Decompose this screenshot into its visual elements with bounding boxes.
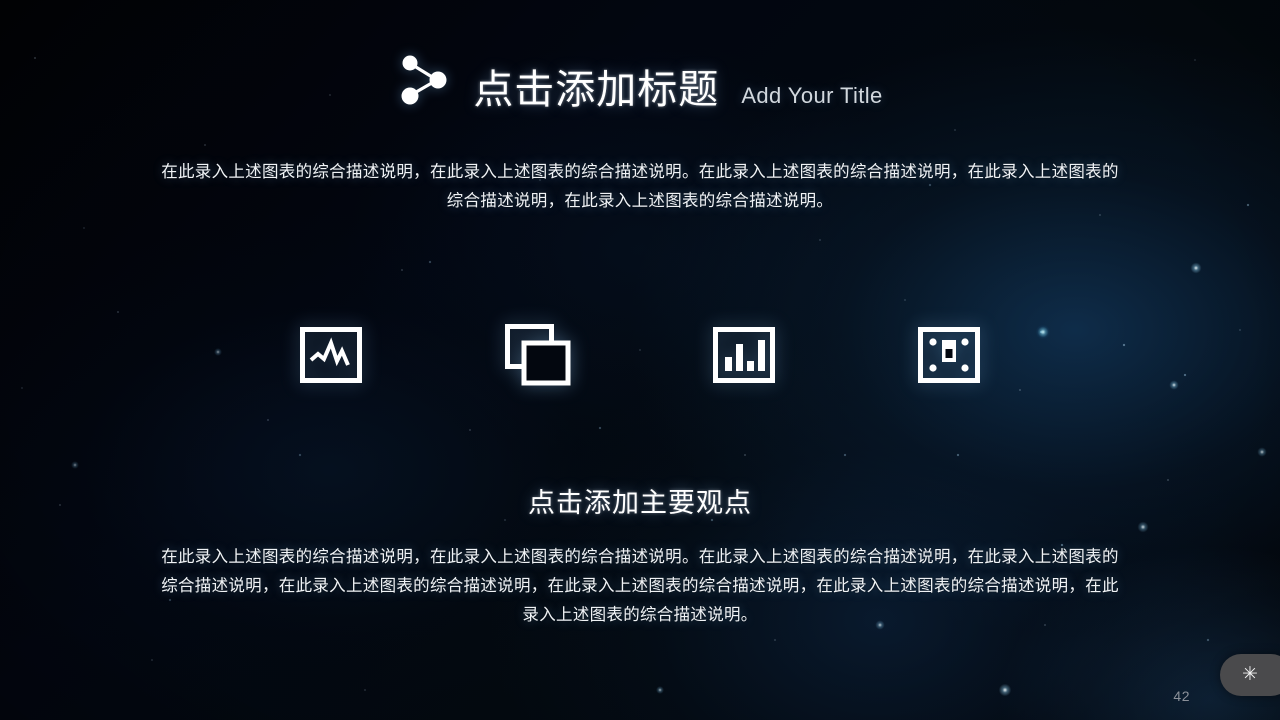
section-heading: 点击添加主要观点 bbox=[528, 488, 752, 518]
page-title: 点击添加标题 bbox=[473, 68, 720, 112]
intro-paragraph: 在此录入上述图表的综合描述说明，在此录入上述图表的综合描述说明。在此录入上述图表… bbox=[161, 163, 1119, 210]
media-frame-icon[interactable] bbox=[917, 327, 980, 383]
line-chart-frame-icon[interactable] bbox=[300, 327, 362, 383]
corner-badge[interactable]: ✳ bbox=[1220, 654, 1280, 696]
share-nodes-icon bbox=[397, 52, 451, 112]
page-subtitle: Add Your Title bbox=[741, 83, 883, 108]
asterisk-icon: ✳ bbox=[1242, 663, 1258, 685]
slide-header: 点击添加标题 Add Your Title bbox=[0, 52, 1280, 112]
presentation-slide: 点击添加标题 Add Your Title 在此录入上述图表的综合描述说明，在此… bbox=[0, 0, 1280, 720]
detail-paragraph: 在此录入上述图表的综合描述说明，在此录入上述图表的综合描述说明。在此录入上述图表… bbox=[161, 548, 1119, 624]
feature-icon-row bbox=[300, 324, 980, 386]
bar-chart-frame-icon[interactable] bbox=[713, 327, 776, 383]
copy-layers-icon[interactable] bbox=[504, 324, 571, 386]
page-number: 42 bbox=[1173, 688, 1190, 704]
